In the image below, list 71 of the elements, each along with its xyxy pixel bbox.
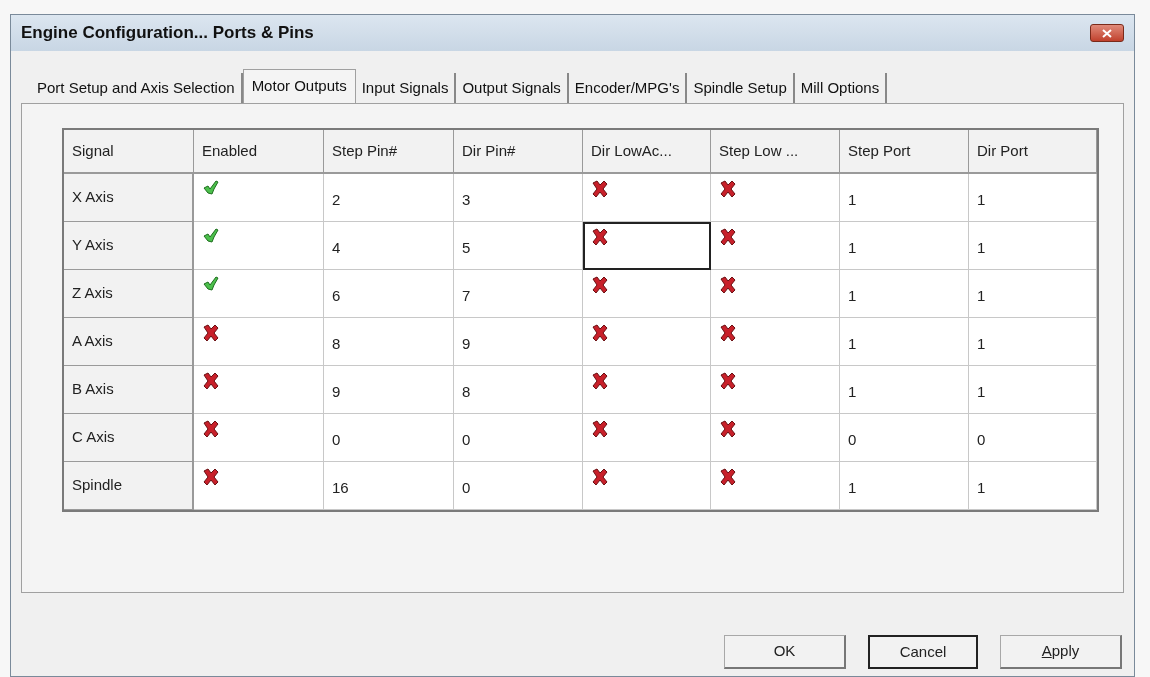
column-header[interactable]: Enabled [194, 130, 324, 174]
table-cell: 1 [969, 222, 1097, 270]
table-cell: 4 [324, 222, 454, 270]
table-cell: 9 [454, 318, 583, 366]
table-cell[interactable] [711, 366, 840, 414]
table-cell: 8 [454, 366, 583, 414]
table-cell[interactable] [711, 462, 840, 510]
dialog-button[interactable]: Cancel [868, 635, 978, 669]
dialog-button[interactable]: Apply [1000, 635, 1122, 669]
table-cell: 16 [324, 462, 454, 510]
table-cell: 0 [454, 414, 583, 462]
column-header[interactable]: Step Pin# [324, 130, 454, 174]
row-header: Spindle [64, 462, 194, 510]
table-cell[interactable] [711, 270, 840, 318]
table-cell[interactable] [711, 174, 840, 222]
row-header: Y Axis [64, 222, 194, 270]
table-cell[interactable] [711, 222, 840, 270]
table-cell[interactable] [583, 318, 711, 366]
table-cell: 7 [454, 270, 583, 318]
table-cell[interactable] [583, 366, 711, 414]
column-header[interactable]: Step Port [840, 130, 969, 174]
table-cell: 1 [840, 174, 969, 222]
table-cell: 3 [454, 174, 583, 222]
row-header: Z Axis [64, 270, 194, 318]
column-header[interactable]: Step Low ... [711, 130, 840, 174]
table-cell: 0 [324, 414, 454, 462]
table-cell: 1 [969, 174, 1097, 222]
row-header: X Axis [64, 174, 194, 222]
table-cell: 6 [324, 270, 454, 318]
table-cell: 1 [969, 462, 1097, 510]
row-header: A Axis [64, 318, 194, 366]
table-cell[interactable] [583, 462, 711, 510]
table-cell[interactable] [583, 414, 711, 462]
table-cell: 5 [454, 222, 583, 270]
table-cell[interactable] [583, 174, 711, 222]
window-title: Engine Configuration... Ports & Pins [21, 22, 314, 45]
table-cell: 1 [840, 318, 969, 366]
table-cell: 0 [969, 414, 1097, 462]
row-header: C Axis [64, 414, 194, 462]
table-cell[interactable] [583, 222, 711, 270]
table-cell: 0 [454, 462, 583, 510]
table-cell[interactable] [194, 318, 324, 366]
table-cell: 9 [324, 366, 454, 414]
tab[interactable]: Motor Outputs [242, 69, 356, 103]
table-cell: 1 [969, 318, 1097, 366]
table-cell: 1 [840, 462, 969, 510]
table-cell[interactable] [711, 318, 840, 366]
row-header: B Axis [64, 366, 194, 414]
table-cell: 1 [969, 366, 1097, 414]
table-cell[interactable] [194, 270, 324, 318]
table-cell[interactable] [711, 414, 840, 462]
table-cell: 8 [324, 318, 454, 366]
table-cell: 1 [840, 222, 969, 270]
table-cell[interactable] [194, 414, 324, 462]
column-header[interactable]: Dir Port [969, 130, 1097, 174]
column-header[interactable]: Dir Pin# [454, 130, 583, 174]
table-cell: 0 [840, 414, 969, 462]
table-cell: 1 [840, 270, 969, 318]
dialog-button[interactable]: OK [724, 635, 846, 669]
table-cell[interactable] [194, 222, 324, 270]
table-cell: 1 [969, 270, 1097, 318]
column-header[interactable]: Dir LowAc... [583, 130, 711, 174]
column-header[interactable]: Signal [64, 130, 194, 174]
table-cell[interactable] [583, 270, 711, 318]
table-cell[interactable] [194, 462, 324, 510]
table-cell[interactable] [194, 366, 324, 414]
close-icon [1102, 28, 1112, 38]
table-cell: 1 [840, 366, 969, 414]
table-cell[interactable] [194, 174, 324, 222]
table-cell: 2 [324, 174, 454, 222]
close-button[interactable] [1090, 24, 1124, 42]
